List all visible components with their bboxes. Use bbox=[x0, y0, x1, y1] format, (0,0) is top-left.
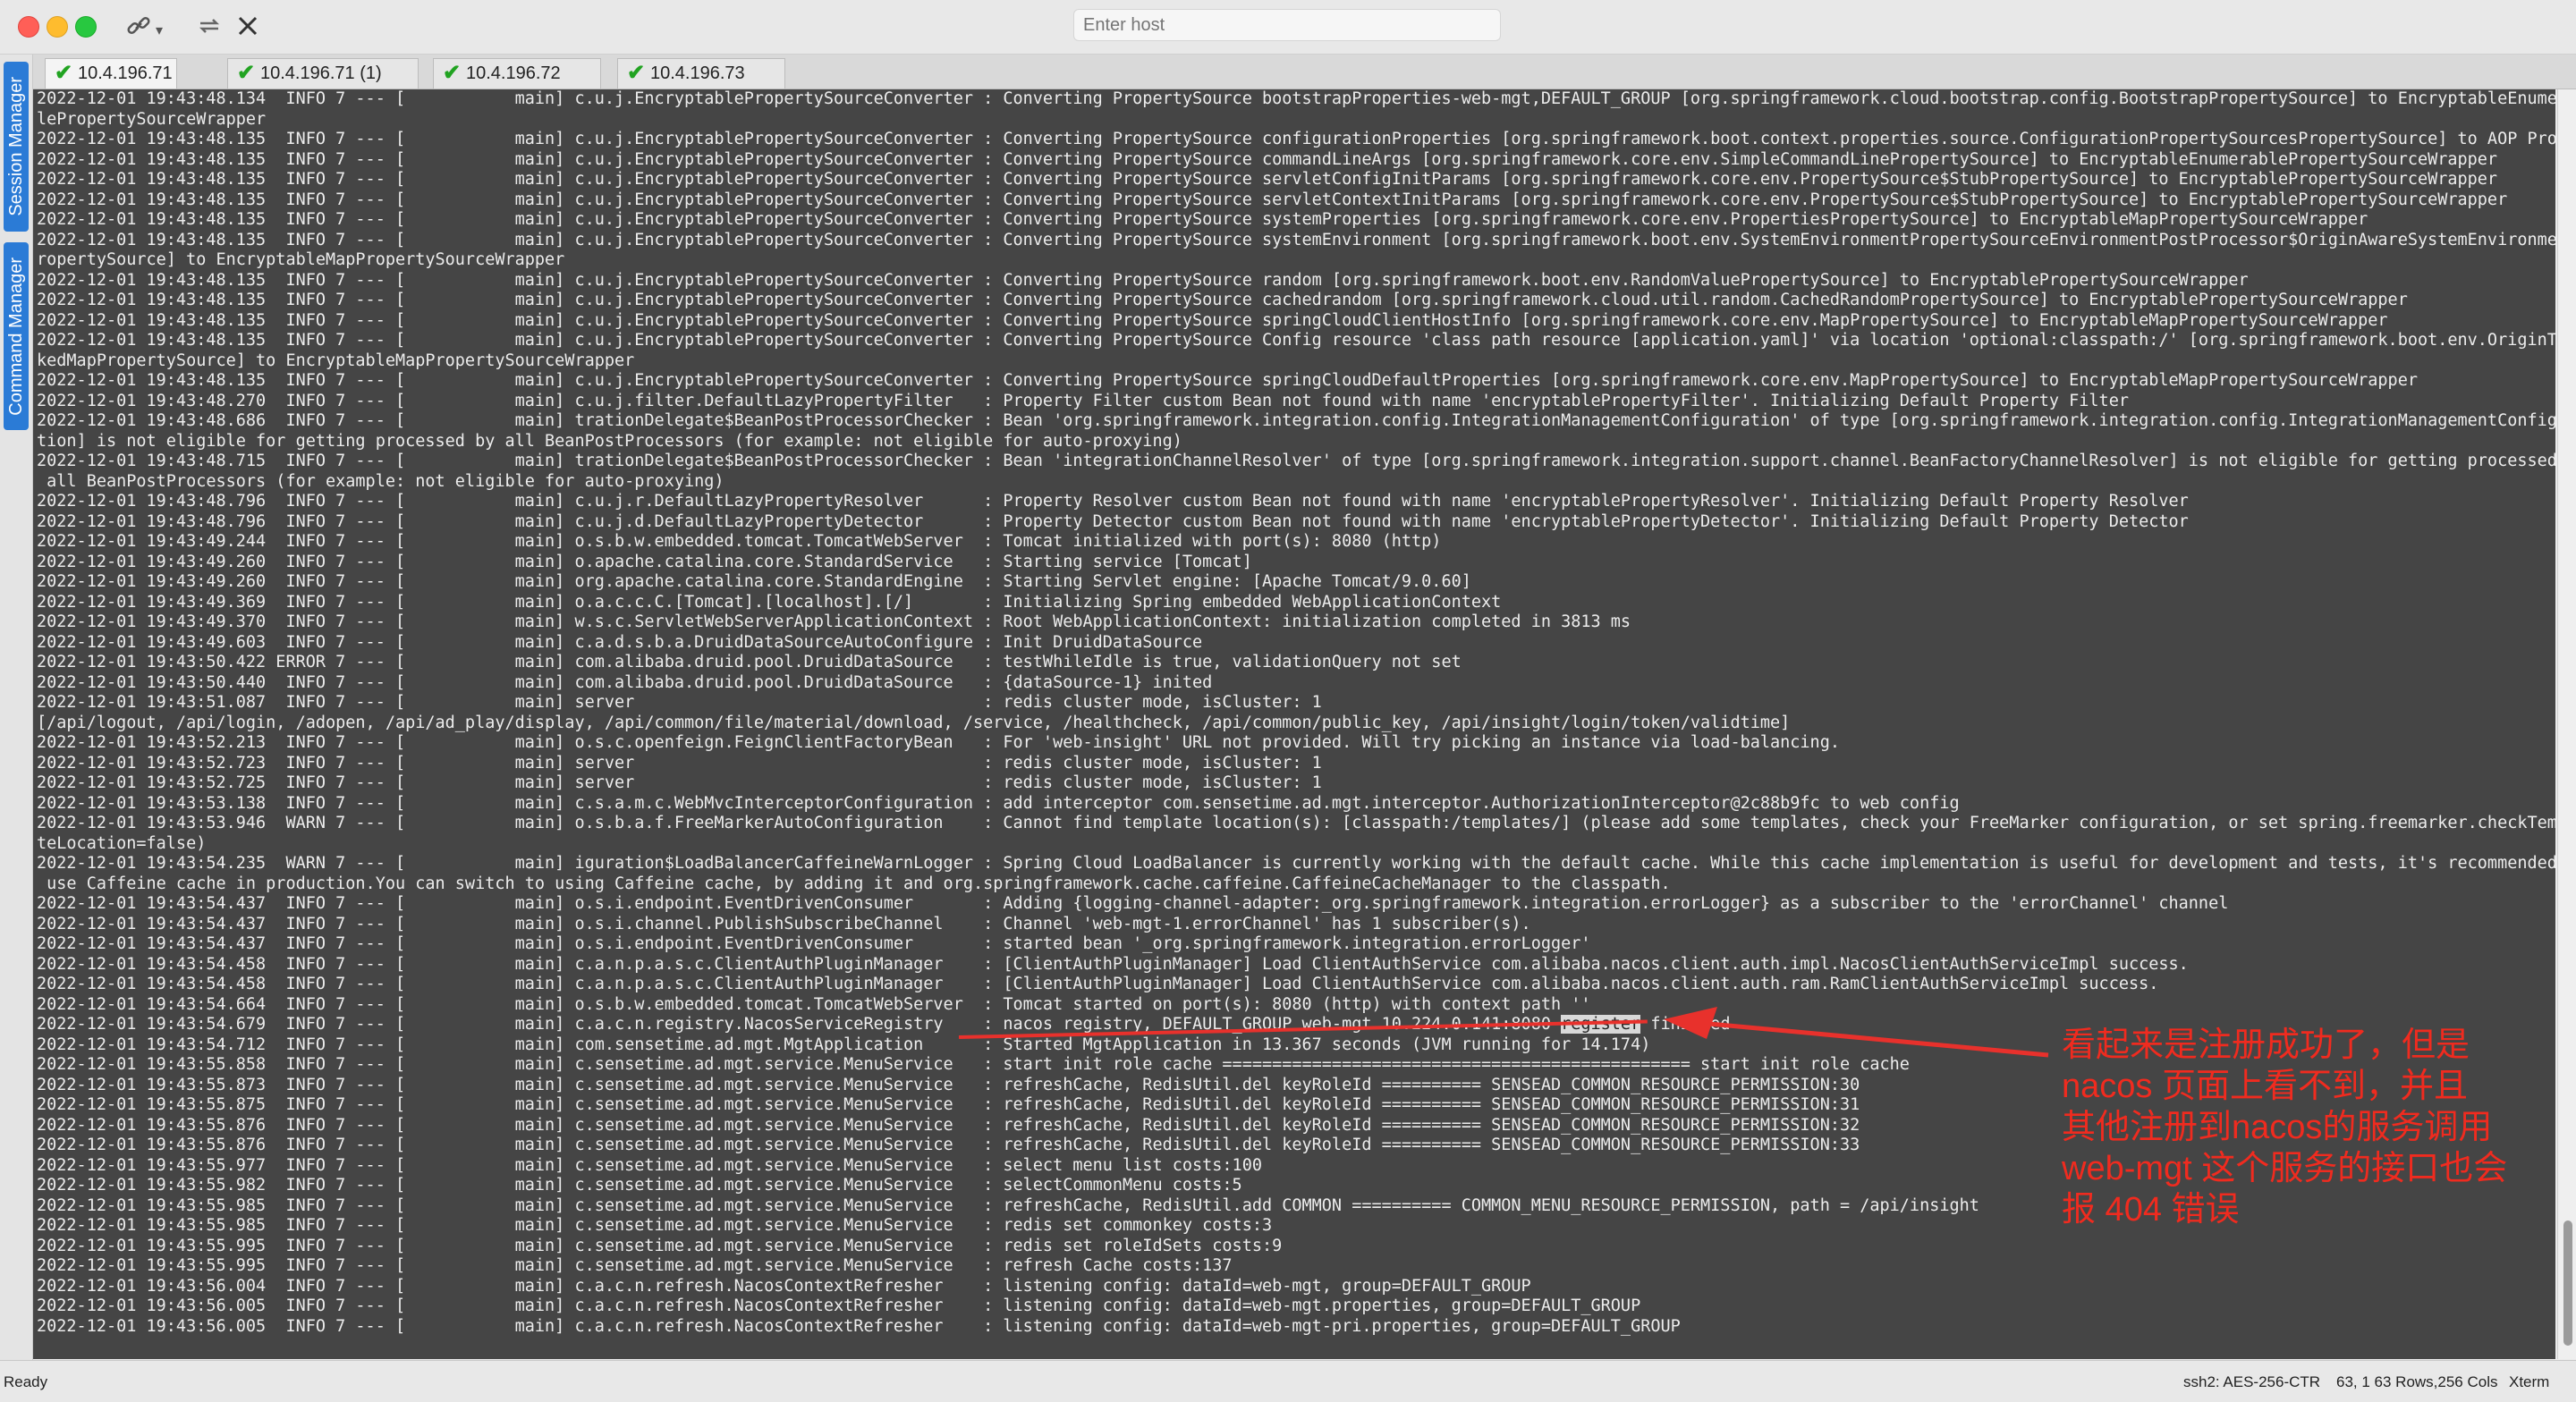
minimize-window-button[interactable] bbox=[47, 16, 68, 38]
log-line: 2022-12-01 19:43:54.664 INFO 7 --- [ mai… bbox=[37, 994, 1591, 1014]
log-line: 2022-12-01 19:43:56.005 INFO 7 --- [ mai… bbox=[37, 1316, 1681, 1336]
tab-10-4-196-73[interactable]: ✔ 10.4.196.73 bbox=[617, 58, 785, 89]
tab-label: 10.4.196.71 (1) bbox=[260, 63, 382, 83]
log-line: all BeanPostProcessors (for example: not… bbox=[37, 471, 724, 491]
status-cipher: ssh2: AES-256-CTR bbox=[2183, 1373, 2321, 1390]
log-line: 2022-12-01 19:43:48.135 INFO 7 --- [ mai… bbox=[37, 371, 2418, 390]
log-line: 2022-12-01 19:43:54.437 INFO 7 --- [ mai… bbox=[37, 914, 1531, 933]
log-line: 2022-12-01 19:43:49.369 INFO 7 --- [ mai… bbox=[37, 592, 1502, 612]
log-line: 2022-12-01 19:43:48.135 INFO 7 --- [ mai… bbox=[37, 310, 2388, 330]
log-line: 2022-12-01 19:43:54.437 INFO 7 --- [ mai… bbox=[37, 934, 1591, 953]
log-line: 2022-12-01 19:43:48.796 INFO 7 --- [ mai… bbox=[37, 492, 2189, 511]
title-bar: ▾ bbox=[0, 0, 2576, 55]
command-manager-tab[interactable]: Command Manager bbox=[4, 242, 29, 430]
log-line: tion] is not eligible for getting proces… bbox=[37, 431, 1182, 451]
log-line: 2022-12-01 19:43:48.135 INFO 7 --- [ mai… bbox=[37, 270, 2249, 290]
log-line: 2022-12-01 19:43:50.422 ERROR 7 --- [ ma… bbox=[37, 653, 1462, 671]
log-line: 2022-12-01 19:43:48.135 INFO 7 --- [ mai… bbox=[37, 149, 2498, 169]
log-line: 2022-12-01 19:43:54.235 WARN 7 --- [ mai… bbox=[37, 854, 2555, 873]
log-line: lePropertySourceWrapper bbox=[37, 109, 267, 129]
reconnect-icon[interactable] bbox=[195, 13, 224, 45]
log-line: 2022-12-01 19:43:48.270 INFO 7 --- [ mai… bbox=[37, 391, 2129, 410]
annotation-note: 看起来是注册成功了，但是 nacos 页面上看不到，并且 其他注册到nacos的… bbox=[2062, 1026, 2508, 1229]
log-line: 2022-12-01 19:43:55.995 INFO 7 --- [ mai… bbox=[37, 1236, 1283, 1255]
log-line: 2022-12-01 19:43:48.135 INFO 7 --- [ mai… bbox=[37, 190, 2508, 209]
log-line: 2022-12-01 19:43:56.005 INFO 7 --- [ mai… bbox=[37, 1296, 1641, 1315]
log-line: 2022-12-01 19:43:48.135 INFO 7 --- [ mai… bbox=[37, 130, 2555, 148]
connected-check-icon: ✔ bbox=[237, 61, 256, 85]
connected-check-icon: ✔ bbox=[55, 61, 73, 85]
tab-label: 10.4.196.73 bbox=[650, 63, 745, 83]
link-icon[interactable] bbox=[125, 13, 152, 45]
tab-10-4-196-71[interactable]: ✔ 10.4.196.71 bbox=[45, 58, 177, 89]
terminal-scrollbar[interactable] bbox=[2557, 89, 2576, 1359]
session-manager-tab[interactable]: Session Manager bbox=[4, 62, 29, 232]
log-line: 2022-12-01 19:43:52.725 INFO 7 --- [ mai… bbox=[37, 773, 1322, 792]
log-line: 2022-12-01 19:43:52.213 INFO 7 --- [ mai… bbox=[37, 733, 1840, 752]
host-input[interactable] bbox=[1073, 9, 1501, 41]
log-line: 2022-12-01 19:43:52.723 INFO 7 --- [ mai… bbox=[37, 753, 1322, 773]
log-line: 2022-12-01 19:43:49.244 INFO 7 --- [ mai… bbox=[37, 532, 1442, 551]
log-line: 2022-12-01 19:43:49.370 INFO 7 --- [ mai… bbox=[37, 612, 1631, 631]
log-line: teLocation=false) bbox=[37, 833, 207, 853]
log-line: 2022-12-01 19:43:48.135 INFO 7 --- [ mai… bbox=[37, 291, 2408, 309]
status-terminal-type: Xterm bbox=[2509, 1373, 2550, 1390]
log-line: 2022-12-01 19:43:49.260 INFO 7 --- [ mai… bbox=[37, 552, 1252, 571]
tab-label: 10.4.196.72 bbox=[466, 63, 561, 83]
log-line: 2022-12-01 19:43:48.135 INFO 7 --- [ mai… bbox=[37, 210, 2368, 229]
log-line: 2022-12-01 19:43:51.087 INFO 7 --- [ mai… bbox=[37, 693, 1322, 712]
disconnect-icon[interactable] bbox=[234, 13, 261, 45]
annotation-arrow-icon bbox=[1664, 1007, 2049, 1058]
zoom-window-button[interactable] bbox=[75, 16, 97, 38]
log-line: 2022-12-01 19:43:50.440 INFO 7 --- [ mai… bbox=[37, 672, 1213, 692]
log-line: use Caffeine cache in production.You can… bbox=[37, 874, 1671, 893]
log-line: 2022-12-01 19:43:48.135 INFO 7 --- [ mai… bbox=[37, 230, 2555, 249]
scrollbar-thumb[interactable] bbox=[2563, 1220, 2572, 1346]
log-line: 2022-12-01 19:43:56.004 INFO 7 --- [ mai… bbox=[37, 1276, 1531, 1296]
left-sidebar: Session Manager Command Manager bbox=[0, 55, 33, 1360]
connected-check-icon: ✔ bbox=[627, 61, 646, 85]
log-line: 2022-12-01 19:43:48.796 INFO 7 --- [ mai… bbox=[37, 511, 2189, 531]
log-line: 2022-12-01 19:43:49.603 INFO 7 --- [ mai… bbox=[37, 632, 1203, 652]
close-window-button[interactable] bbox=[18, 16, 39, 38]
status-bar: Ready ssh2: AES-256-CTR 63, 1 63 Rows,25… bbox=[0, 1360, 2576, 1402]
log-line: 2022-12-01 19:43:48.135 INFO 7 --- [ mai… bbox=[37, 331, 2555, 350]
tab-label: 10.4.196.71 bbox=[78, 63, 173, 83]
log-line: 2022-12-01 19:43:54.458 INFO 7 --- [ mai… bbox=[37, 954, 2189, 974]
log-line: 2022-12-01 19:43:53.946 WARN 7 --- [ mai… bbox=[37, 814, 2555, 832]
session-tabs: ✔ 10.4.196.71 ✔ 10.4.196.71 (1) ✔ 10.4.1… bbox=[0, 55, 2576, 89]
log-line: 2022-12-01 19:43:49.260 INFO 7 --- [ mai… bbox=[37, 572, 1471, 591]
app-window: ▾ ✔ 10.4.196.71 ✔ 10.4.196.71 (1) ✔ 10.4… bbox=[0, 0, 2576, 1402]
status-cursor: 63, 1 63 Rows,256 Cols bbox=[2336, 1373, 2498, 1390]
log-line: [/api/logout, /api/login, /adopen, /api/… bbox=[37, 713, 1791, 732]
register-prefix: 2022-12-01 19:43:54.679 INFO 7 --- [ mai… bbox=[37, 1015, 1562, 1034]
log-line: 2022-12-01 19:43:48.135 INFO 7 --- [ mai… bbox=[37, 170, 2498, 189]
chevron-down-icon[interactable]: ▾ bbox=[156, 18, 163, 45]
log-line: 2022-12-01 19:43:54.437 INFO 7 --- [ mai… bbox=[37, 894, 2229, 913]
status-ready: Ready bbox=[4, 1373, 48, 1390]
log-line: 2022-12-01 19:43:53.138 INFO 7 --- [ mai… bbox=[37, 793, 1960, 813]
log-line: 2022-12-01 19:43:48.686 INFO 7 --- [ mai… bbox=[37, 411, 2555, 430]
log-line: 2022-12-01 19:43:48.134 INFO 7 --- [ mai… bbox=[37, 89, 2555, 108]
tab-10-4-196-71-1[interactable]: ✔ 10.4.196.71 (1) bbox=[227, 58, 419, 89]
connected-check-icon: ✔ bbox=[443, 61, 462, 85]
log-line: 2022-12-01 19:43:54.458 INFO 7 --- [ mai… bbox=[37, 975, 2159, 993]
tab-10-4-196-72[interactable]: ✔ 10.4.196.72 bbox=[433, 58, 601, 89]
log-line: kedMapPropertySource] to EncryptableMapP… bbox=[37, 350, 635, 370]
log-line: ropertySource] to EncryptableMapProperty… bbox=[37, 250, 565, 269]
log-line: 2022-12-01 19:43:55.995 INFO 7 --- [ mai… bbox=[37, 1256, 1233, 1275]
log-line: 2022-12-01 19:43:48.715 INFO 7 --- [ mai… bbox=[37, 452, 2555, 470]
